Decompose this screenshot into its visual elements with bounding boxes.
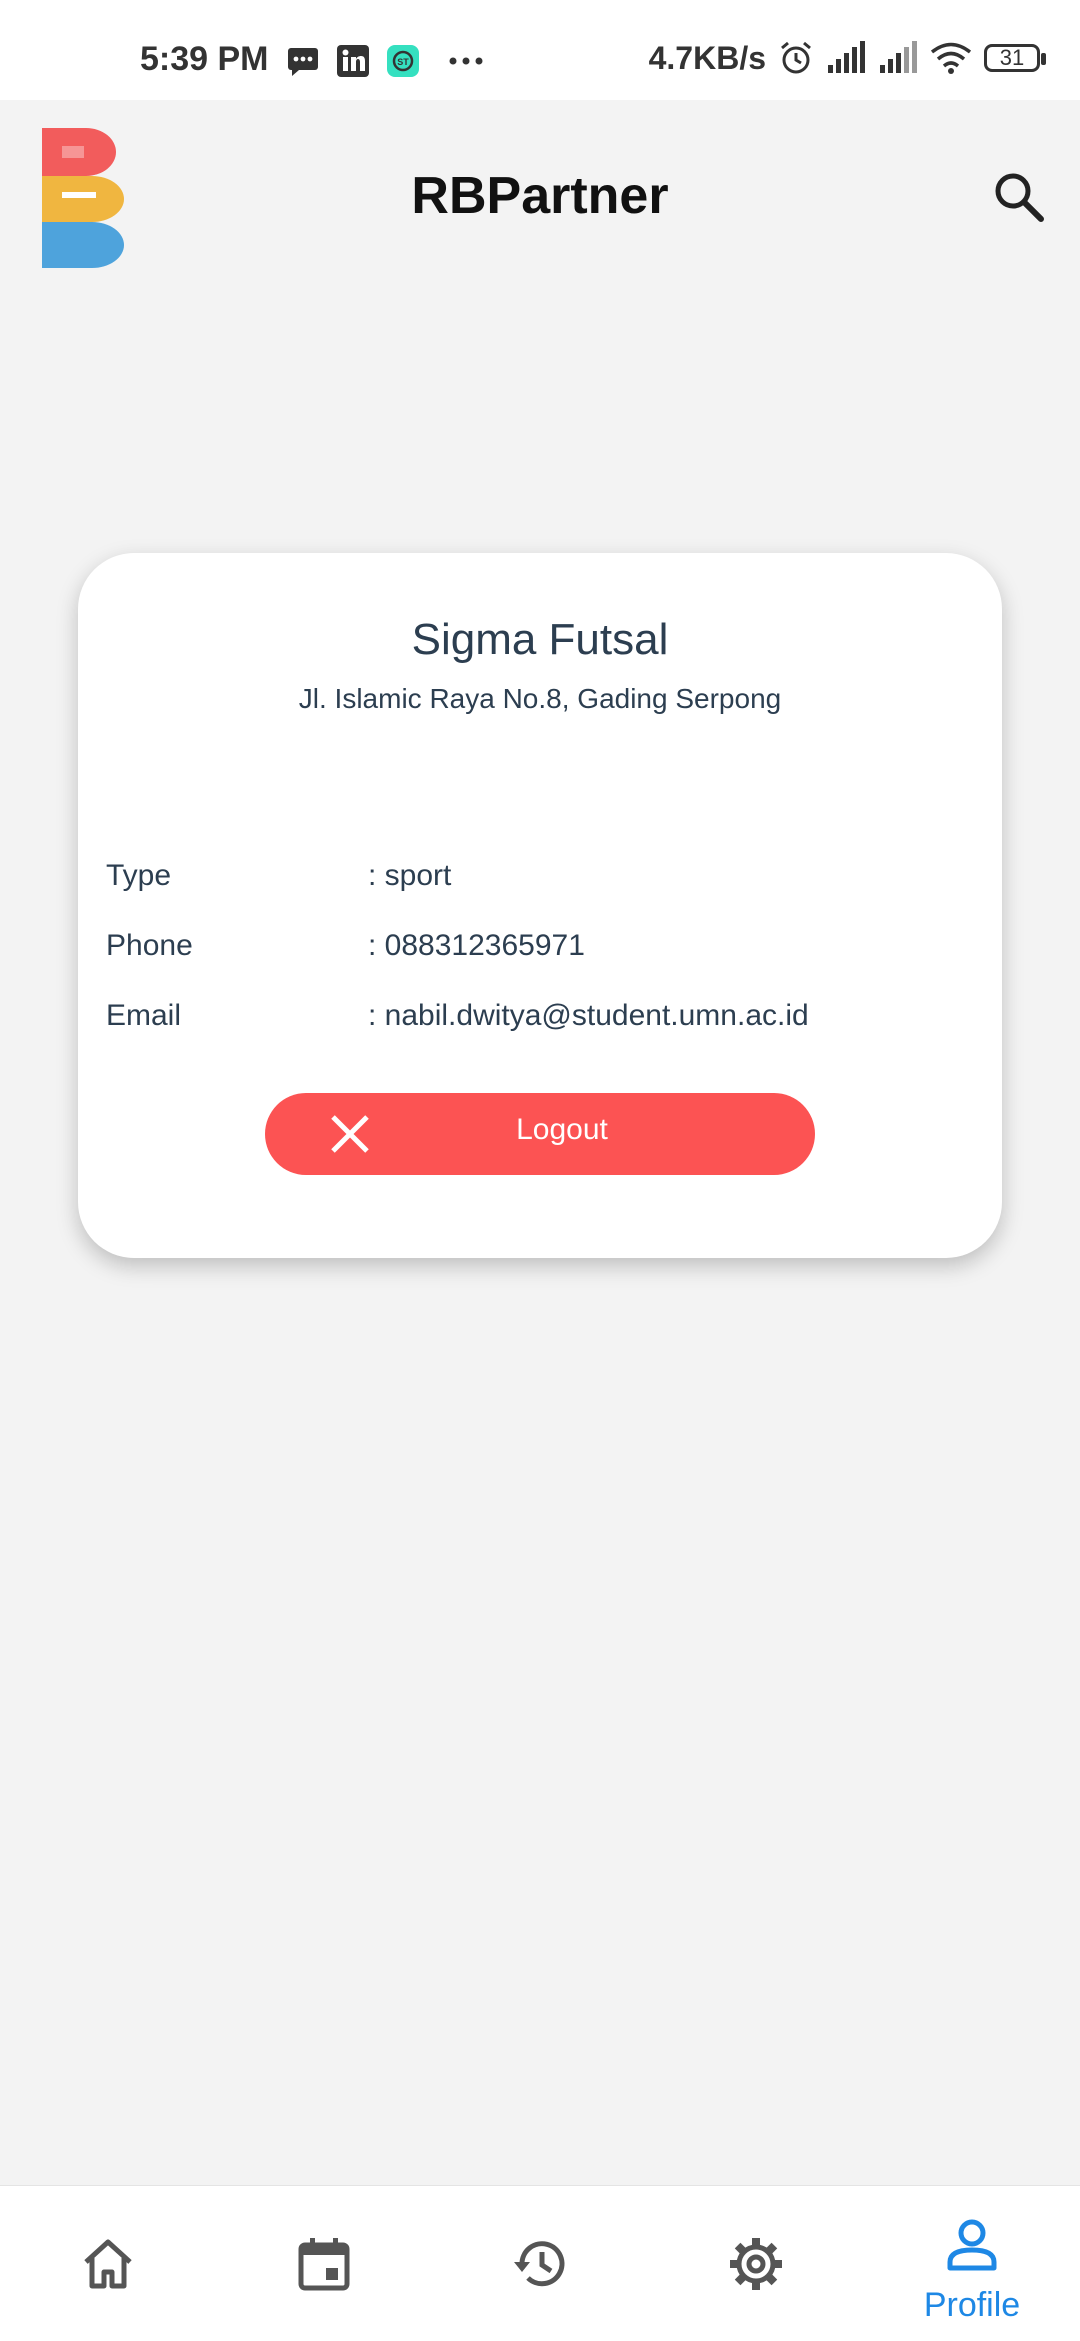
phone-value: : 088312365971 bbox=[368, 929, 585, 962]
app-bar: RBPartner bbox=[0, 100, 1080, 300]
nav-label-profile: Profile bbox=[923, 2286, 1021, 2324]
svg-text:ST: ST bbox=[397, 57, 409, 67]
bottom-nav: Profile bbox=[0, 2185, 1080, 2341]
nav-item-profile[interactable]: Profile bbox=[864, 2186, 1080, 2341]
battery-level: 31 bbox=[999, 45, 1025, 70]
nav-item-calendar[interactable] bbox=[216, 2186, 432, 2341]
logout-label: Logout bbox=[516, 1113, 608, 1146]
home-icon bbox=[84, 2239, 132, 2289]
more-dots-icon bbox=[449, 57, 483, 65]
battery-icon: 31 bbox=[984, 44, 1046, 72]
network-speed: 4.7KB/s bbox=[648, 39, 766, 76]
signal-icon bbox=[880, 41, 917, 73]
email-label: Email bbox=[106, 999, 182, 1032]
email-value: : nabil.dwitya@student.umn.ac.id bbox=[368, 999, 809, 1032]
gear-icon bbox=[730, 2238, 782, 2290]
history-icon bbox=[514, 2241, 565, 2287]
message-icon bbox=[288, 48, 318, 76]
app-notification-icon: ST bbox=[387, 45, 419, 77]
calendar-icon bbox=[298, 2238, 350, 2291]
app-title: RBPartner bbox=[411, 167, 669, 225]
alarm-icon bbox=[781, 41, 811, 74]
status-time: 5:39 PM bbox=[140, 40, 269, 78]
nav-item-history[interactable] bbox=[432, 2186, 648, 2341]
linkedin-icon bbox=[337, 45, 369, 77]
status-bar: 5:39 PM ST 4.7KB/s 31 bbox=[0, 0, 1080, 100]
signal-icon bbox=[828, 41, 865, 73]
search-icon[interactable] bbox=[990, 168, 1046, 224]
type-value: : sport bbox=[368, 859, 452, 892]
wifi-icon bbox=[930, 42, 972, 74]
status-right-group: 4.7KB/s 31 bbox=[648, 38, 1046, 78]
nav-item-settings[interactable] bbox=[648, 2186, 864, 2341]
venue-name: Sigma Futsal bbox=[411, 615, 669, 664]
profile-card: Sigma Futsal Jl. Islamic Raya No.8, Gadi… bbox=[78, 553, 1002, 1258]
logout-button[interactable]: Logout bbox=[265, 1093, 815, 1175]
type-label: Type bbox=[106, 859, 172, 892]
venue-address: Jl. Islamic Raya No.8, Gading Serpong bbox=[298, 683, 782, 714]
person-icon bbox=[947, 2219, 997, 2271]
nav-item-home[interactable] bbox=[0, 2186, 216, 2341]
phone-label: Phone bbox=[106, 929, 193, 962]
